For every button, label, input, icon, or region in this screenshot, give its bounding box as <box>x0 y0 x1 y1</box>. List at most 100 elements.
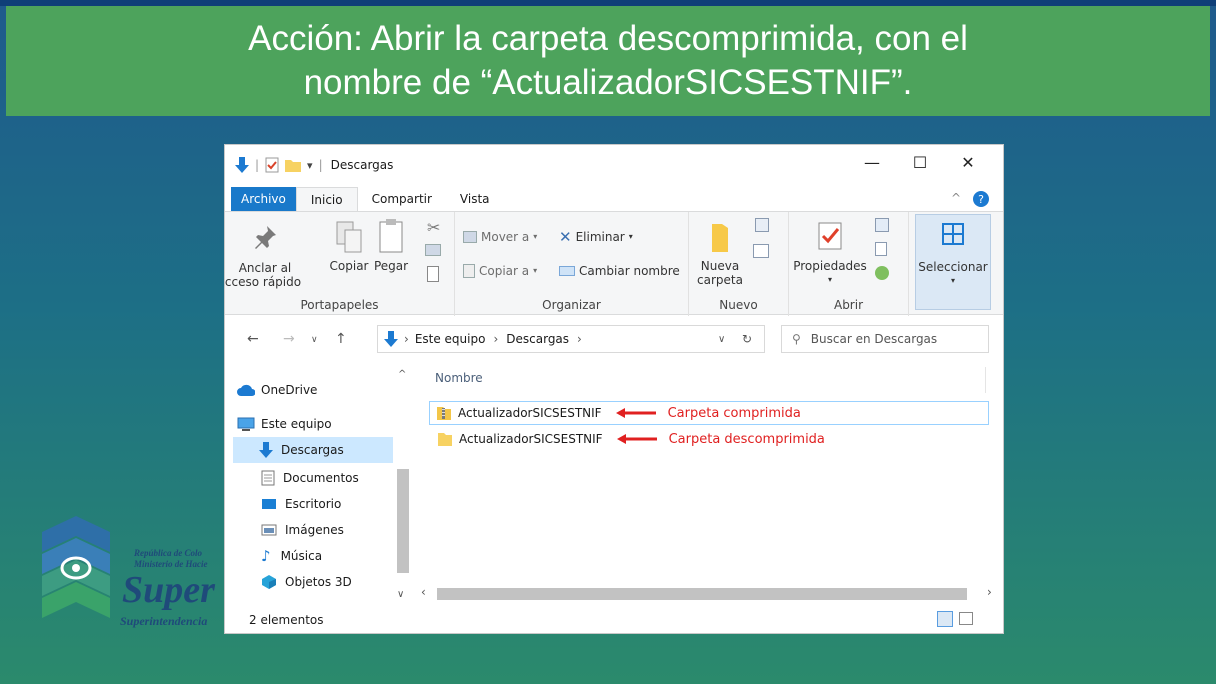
refresh-icon[interactable]: ↻ <box>742 332 752 346</box>
file-row-zip[interactable]: ActualizadorSICSESTNIF Carpeta comprimid… <box>429 401 989 425</box>
new-folder-label-2: carpeta <box>697 273 743 287</box>
paste-shortcut-icon[interactable] <box>427 266 439 282</box>
new-folder-label-1: Nueva <box>700 259 740 273</box>
group-label-abrir: Abrir <box>833 298 864 312</box>
details-view-icon[interactable] <box>937 611 953 627</box>
sidebar-item-imagenes[interactable]: Imágenes <box>261 517 344 543</box>
group-organizar: Mover a ▾ Copiar a ▾ ✕ Eliminar ▾ Cambia… <box>455 212 689 316</box>
group-abrir: Propiedades ▾ Abrir <box>789 212 909 316</box>
image-icon <box>261 524 277 536</box>
column-header-nombre[interactable]: Nombre <box>435 371 483 385</box>
copy-button[interactable]: Copiar <box>329 220 369 273</box>
properties-check-icon[interactable] <box>265 157 279 173</box>
group-label-portapapeles: Portapapeles <box>300 298 379 312</box>
tab-archivo[interactable]: Archivo <box>231 187 296 211</box>
slide-title-line2: nombre de “ActualizadorSICSESTNIF”. <box>303 63 913 102</box>
recent-chevron-icon[interactable]: ∨ <box>311 335 318 345</box>
delete-icon: ✕ <box>559 228 572 246</box>
logo-text-super: Super <box>122 569 215 611</box>
computer-icon <box>237 417 255 431</box>
tab-vista[interactable]: Vista <box>446 187 504 211</box>
red-arrow-icon <box>615 408 656 418</box>
new-folder-icon[interactable] <box>285 158 302 172</box>
select-label: Seleccionar <box>918 260 988 274</box>
properties-button[interactable]: Propiedades ▾ <box>791 220 869 287</box>
svg-text:?: ? <box>978 193 984 206</box>
scroll-right-icon[interactable]: › <box>987 585 992 599</box>
file-name: ActualizadorSICSESTNIF <box>459 432 603 446</box>
cut-icon[interactable]: ✂ <box>427 218 440 237</box>
edit-icon[interactable] <box>875 242 887 256</box>
scroll-down-icon[interactable]: ∨ <box>397 589 404 600</box>
delete-button[interactable]: ✕ Eliminar ▾ <box>559 228 633 246</box>
sidebar-item-label: Imágenes <box>285 523 344 537</box>
status-count: 2 elementos <box>249 613 324 627</box>
collapse-ribbon-icon[interactable]: ^ <box>951 191 961 205</box>
forward-arrow-icon[interactable]: → <box>283 331 295 347</box>
tab-compartir[interactable]: Compartir <box>358 187 446 211</box>
folder-icon <box>712 224 728 252</box>
paste-button[interactable]: Pegar <box>371 218 411 273</box>
sidebar-scroll-thumb[interactable] <box>397 469 409 573</box>
new-folder-button[interactable]: Nueva carpeta <box>697 222 743 287</box>
sidebar-item-descargas[interactable]: Descargas <box>233 437 393 463</box>
breadcrumb-este-equipo[interactable]: Este equipo <box>415 332 486 346</box>
breadcrumb-descargas[interactable]: Descargas <box>506 332 569 346</box>
group-nuevo: Nueva carpeta Nuevo <box>689 212 789 316</box>
address-row: ← → ∨ ↑ › Este equipo › Descargas › ∨ ↻ … <box>225 321 1003 357</box>
scroll-left-icon[interactable]: ‹ <box>421 585 426 599</box>
window-title: Descargas <box>330 158 394 172</box>
chevron-down-icon: ▾ <box>950 276 955 285</box>
easy-access-icon[interactable] <box>753 244 769 258</box>
new-item-icon[interactable] <box>755 218 769 232</box>
large-icons-view-icon[interactable] <box>959 612 973 625</box>
sidebar-scrollbar[interactable]: ^ ∨ <box>393 367 411 607</box>
up-arrow-icon[interactable]: ↑ <box>335 331 347 347</box>
copy-to-label: Copiar a <box>479 264 530 278</box>
select-button[interactable]: Seleccionar ▾ <box>915 214 991 310</box>
chevron-down-icon: ▾ <box>533 232 538 241</box>
file-row-folder[interactable]: ActualizadorSICSESTNIF Carpeta descompri… <box>429 427 989 451</box>
sidebar-item-label: Escritorio <box>285 497 342 511</box>
anclar-label-1: Anclar al <box>238 261 292 275</box>
anclar-button[interactable]: Anclar al Acceso rápido <box>225 224 301 289</box>
paste-label: Pegar <box>373 259 409 273</box>
sidebar-item-musica[interactable]: ♪ Música <box>261 543 322 569</box>
annotation-text: Carpeta descomprimida <box>668 431 825 447</box>
copy-to-button[interactable]: Copiar a ▾ <box>463 264 537 278</box>
customize-toolbar-icon[interactable]: ▾ <box>307 159 313 172</box>
pin-icon <box>255 226 276 249</box>
search-input[interactable]: ⚲ Buscar en Descargas <box>781 325 989 353</box>
file-name: ActualizadorSICSESTNIF <box>458 406 602 420</box>
address-dropdown-icon[interactable]: ∨ <box>718 334 725 345</box>
properties-icon <box>818 222 842 250</box>
sidebar-item-este-equipo[interactable]: Este equipo <box>237 411 332 437</box>
down-arrow-icon[interactable] <box>235 157 249 173</box>
history-icon[interactable] <box>875 266 889 280</box>
copy-to-icon <box>463 264 475 278</box>
tab-inicio[interactable]: Inicio <box>295 187 358 211</box>
sidebar-item-escritorio[interactable]: Escritorio <box>261 491 341 517</box>
chevron-down-icon: ▾ <box>533 266 538 275</box>
breadcrumb-separator-icon: › <box>404 332 409 346</box>
copy-path-icon[interactable] <box>425 244 441 256</box>
back-arrow-icon[interactable]: ← <box>247 331 259 347</box>
address-bar[interactable]: › Este equipo › Descargas › ∨ ↻ <box>377 325 765 353</box>
paste-icon <box>379 219 403 253</box>
scroll-up-icon[interactable]: ^ <box>398 369 406 380</box>
maximize-button[interactable]: ☐ <box>905 153 935 172</box>
slide-title-line1: Acción: Abrir la carpeta descomprimida, … <box>248 19 968 58</box>
help-icon[interactable]: ? <box>973 191 989 207</box>
open-icon[interactable] <box>875 218 889 232</box>
sidebar-item-onedrive[interactable]: OneDrive <box>237 377 317 403</box>
sidebar-item-documentos[interactable]: Documentos <box>261 465 359 491</box>
minimize-button[interactable]: — <box>857 153 887 172</box>
download-icon <box>259 442 273 458</box>
close-button[interactable]: ✕ <box>953 153 983 172</box>
sidebar-item-objetos-3d[interactable]: Objetos 3D <box>261 569 352 595</box>
file-list-scroll-thumb[interactable] <box>437 588 967 600</box>
file-list-scrollbar[interactable]: ‹ › <box>411 585 1003 603</box>
document-icon <box>261 470 275 486</box>
rename-button[interactable]: Cambiar nombre <box>559 264 680 278</box>
move-to-button[interactable]: Mover a ▾ <box>463 230 537 244</box>
